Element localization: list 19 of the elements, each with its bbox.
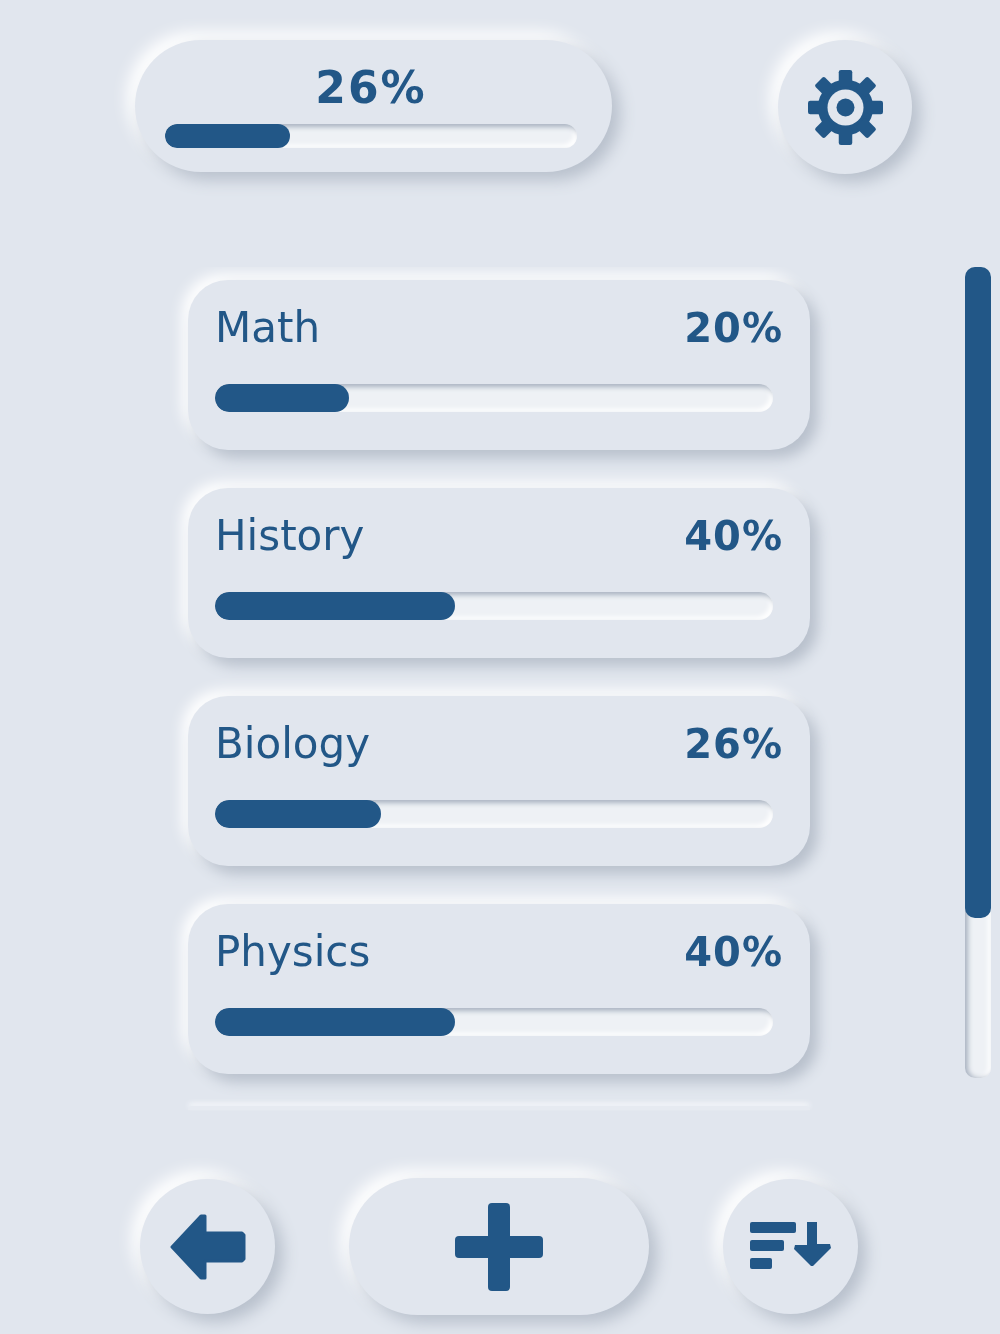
sort-descending-icon [749, 1221, 832, 1272]
scrollbar-thumb[interactable] [965, 267, 991, 918]
subject-card[interactable]: Physics 40% [188, 904, 810, 1074]
subject-percent: 20% [684, 304, 783, 353]
subject-card[interactable]: History 40% [188, 488, 810, 658]
subject-name: Math [215, 302, 321, 354]
back-arrow-icon [169, 1213, 246, 1280]
subject-percent: 40% [684, 928, 783, 977]
overall-percent: 26% [315, 62, 427, 114]
settings-icon [807, 69, 883, 145]
subject-name: History [215, 510, 365, 562]
subject-name: Biology [215, 718, 371, 770]
plus-icon [455, 1202, 543, 1291]
subject-percent: 40% [684, 512, 783, 561]
subject-card[interactable]: Biology 26% [188, 696, 810, 866]
subject-percent: 26% [684, 720, 783, 769]
subject-card[interactable]: Math 20% [188, 280, 810, 450]
subject-name: Physics [215, 926, 371, 978]
add-button[interactable] [349, 1178, 649, 1315]
